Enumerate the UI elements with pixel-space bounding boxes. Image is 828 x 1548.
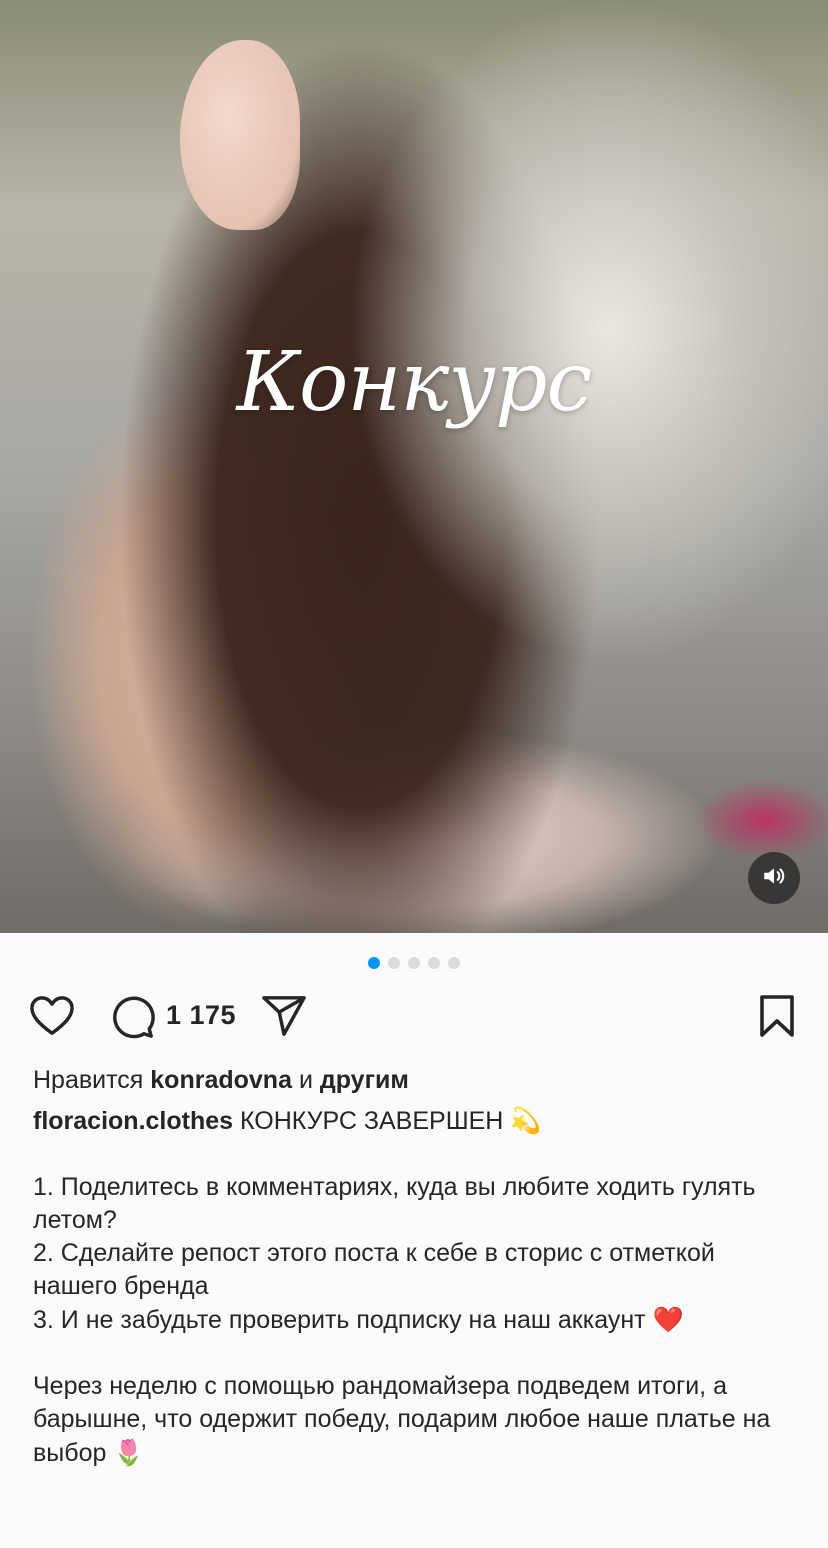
like-button[interactable]: [28, 995, 76, 1041]
save-button[interactable]: [756, 994, 798, 1043]
tulip-icon: 🌷: [113, 1438, 145, 1467]
carousel-dot: [408, 957, 420, 969]
post-action-bar: [0, 994, 828, 1043]
caption-username[interactable]: floracion.clothes: [33, 1107, 233, 1135]
speaker-icon: [761, 863, 787, 894]
caption-closing: Через неделю с помощью рандомайзера подв…: [33, 1370, 803, 1470]
carousel-dot-active: [368, 957, 380, 969]
paper-plane-icon: [260, 994, 308, 1043]
carousel-dot: [448, 957, 460, 969]
carousel-dot: [428, 957, 440, 969]
media-overlay-title: Конкурс: [236, 335, 593, 430]
carousel-dot: [388, 957, 400, 969]
sound-toggle-button[interactable]: [748, 852, 800, 904]
caption-headline-text: КОНКУРС ЗАВЕРШЕН: [240, 1107, 504, 1135]
likes-others-link[interactable]: другим: [320, 1066, 409, 1094]
carousel-indicator: [0, 957, 828, 969]
post-media[interactable]: Конкурс: [0, 0, 828, 933]
share-button[interactable]: [258, 995, 310, 1041]
likes-prefix: Нравится: [33, 1066, 144, 1094]
likes-connector: и: [298, 1066, 313, 1094]
comment-button[interactable]: [108, 995, 156, 1041]
caption-line-1: 1. Поделитесь в комментариях, куда вы лю…: [33, 1173, 756, 1234]
likes-summary[interactable]: Нравится konradovna и другим: [33, 1066, 409, 1095]
comment-icon: [109, 993, 155, 1044]
caption-headline: floracion.clothes КОНКУРС ЗАВЕРШЕН 💫: [33, 1104, 803, 1138]
caption-line-3-text: 3. И не забудьте проверить подписку на н…: [33, 1306, 646, 1334]
media-photo-subject: [180, 40, 300, 230]
heart-emoji-icon: ❤️: [652, 1305, 684, 1334]
dizzy-icon: 💫: [510, 1106, 542, 1135]
comment-count[interactable]: 1 175: [166, 1000, 236, 1031]
liked-by-user[interactable]: konradovna: [150, 1066, 292, 1094]
caption-line-2: 2. Сделайте репост этого поста к себе в …: [33, 1239, 715, 1300]
post-caption: floracion.clothes КОНКУРС ЗАВЕРШЕН 💫 1. …: [33, 1104, 803, 1470]
heart-icon: [29, 995, 75, 1042]
caption-line-3: 3. И не забудьте проверить подписку на н…: [33, 1303, 803, 1337]
bookmark-icon: [758, 994, 796, 1043]
